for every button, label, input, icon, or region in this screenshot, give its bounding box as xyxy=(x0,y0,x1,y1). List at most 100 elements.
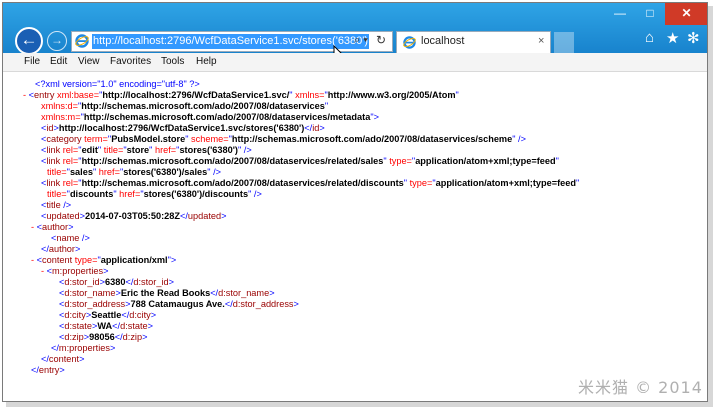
xml-token: content xyxy=(48,354,80,364)
xml-token: </ xyxy=(112,321,121,331)
back-button[interactable]: ← xyxy=(15,27,43,55)
xml-token: id xyxy=(46,123,54,133)
close-window-button[interactable]: ✕ xyxy=(665,3,707,25)
xml-line: <category term="PubsModel.store" scheme=… xyxy=(41,134,526,145)
xml-line: <name /> xyxy=(51,233,90,244)
xml-line: xmlns:d= "http://schemas.microsoft.com/ad… xyxy=(41,101,328,112)
xml-token: http://schemas.microsoft.com/ado/2007/08… xyxy=(81,101,325,111)
xml-token: m:properties xyxy=(52,266,104,276)
forward-button[interactable]: → xyxy=(47,31,67,51)
xml-token: xmlns= xyxy=(295,90,325,100)
xml-line: <d:zip>98056</d:zip> xyxy=(59,332,147,343)
xml-token: /> xyxy=(79,233,90,243)
minimize-button[interactable]: — xyxy=(605,3,635,25)
gear-icon[interactable]: ✻ xyxy=(687,29,700,47)
xml-line: <d:stor_address>788 Catamaugus Ave.</d:s… xyxy=(59,299,299,310)
xml-token: 6380 xyxy=(105,277,126,287)
favorites-star-icon[interactable]: ★ xyxy=(666,29,679,47)
xml-line: </m:properties> xyxy=(51,343,115,354)
xml-token: " xyxy=(555,156,559,166)
xml-token: sales xyxy=(69,167,93,177)
xml-token: "> xyxy=(167,255,177,265)
menu-help[interactable]: Help xyxy=(196,56,217,67)
xml-token: </ xyxy=(41,354,49,364)
xml-token: entry xyxy=(34,90,57,100)
xml-token: d:stor_id xyxy=(64,277,100,287)
xml-token: content xyxy=(42,255,75,265)
xml-token: href= xyxy=(98,167,120,177)
menu-tools[interactable]: Tools xyxy=(161,56,184,67)
xml-token: term= xyxy=(84,134,108,144)
xml-token: entry xyxy=(38,365,60,375)
xml-line: <link rel="http://schemas.microsoft.com/… xyxy=(41,178,579,189)
menu-favorites[interactable]: Favorites xyxy=(110,56,151,67)
xml-token: " /> xyxy=(248,189,262,199)
xml-line: <title /> xyxy=(41,200,71,211)
xml-token: href= xyxy=(119,189,141,199)
close-tab-icon[interactable]: × xyxy=(538,35,544,47)
tab-localhost[interactable]: localhost × xyxy=(396,31,551,53)
xml-token: > xyxy=(221,211,227,221)
url-text[interactable]: http://localhost:2796/WcfDataService1.sv… xyxy=(92,34,370,49)
xml-token: application/atom+xml;type=feed xyxy=(435,178,576,188)
maximize-button[interactable]: □ xyxy=(635,3,665,25)
menu-bar: File Edit View Favorites Tools Help xyxy=(3,53,707,72)
xml-token: xmlns:d= xyxy=(41,101,79,111)
xml-token: > xyxy=(74,244,81,254)
menu-file[interactable]: File xyxy=(24,56,40,67)
xml-line: title="discounts" href="stores('6380')/d… xyxy=(47,189,262,200)
xml-token: category xyxy=(46,134,85,144)
xml-token: </ xyxy=(41,244,49,254)
ie-logo-icon xyxy=(75,34,89,48)
xml-token: d:stor_address xyxy=(232,299,294,309)
xml-token: /> xyxy=(60,200,72,210)
xml-token: d:city xyxy=(129,310,151,320)
xml-token: rel= xyxy=(62,145,79,155)
xml-token: name xyxy=(56,233,80,243)
xml-token: stores('6380') xyxy=(179,145,238,155)
xml-token: http://schemas.microsoft.com/ado/2007/08… xyxy=(231,134,513,144)
title-bar: ← → http://localhost:2796/WcfDataService… xyxy=(3,3,707,63)
xml-token: WA xyxy=(97,321,113,331)
xml-token: " xyxy=(324,101,329,111)
xml-line: </content> xyxy=(41,354,84,365)
xml-token: > xyxy=(142,332,148,342)
xml-line: - <author> xyxy=(31,222,73,233)
xml-line: </entry> xyxy=(31,365,65,376)
menu-view[interactable]: View xyxy=(78,56,100,67)
refresh-icon[interactable]: ↻ xyxy=(376,33,386,47)
xml-token: title= xyxy=(47,189,67,199)
xml-token: </ xyxy=(31,365,39,375)
xml-token: http://localhost:2796/WcfDataService1.sv… xyxy=(102,90,290,100)
xml-token: d:state xyxy=(120,321,148,331)
xml-line: <id>http://localhost:2796/WcfDataService… xyxy=(41,123,325,134)
xml-token: http://schemas.microsoft.com/ado/2007/08… xyxy=(81,156,384,166)
xml-token: " /> xyxy=(237,145,252,155)
xml-line: <?xml version="1.0" encoding="utf-8" ?> xyxy=(35,79,200,90)
xml-token: Eric the Read Books xyxy=(120,288,211,298)
xml-token: > xyxy=(168,277,174,287)
menu-edit[interactable]: Edit xyxy=(50,56,67,67)
xml-token: updated xyxy=(187,211,222,221)
search-icon[interactable]: ⌕ ▾ xyxy=(354,34,368,47)
xml-line: - <content type="application/xml"> xyxy=(31,255,176,266)
ie-logo-icon xyxy=(403,36,416,49)
xml-token: > xyxy=(150,310,157,320)
xml-token: 98056 xyxy=(89,332,115,342)
xml-token: " xyxy=(576,178,580,188)
xml-token: xml:base= xyxy=(56,90,100,100)
xml-token: application/xml xyxy=(100,255,168,265)
home-icon[interactable]: ⌂ xyxy=(645,29,654,46)
xml-document-view: <?xml version="1.0" encoding="utf-8" ?> -… xyxy=(3,72,707,401)
xml-token: link xyxy=(46,145,63,155)
forward-arrow-icon: → xyxy=(51,33,63,47)
new-tab-button[interactable] xyxy=(554,32,574,53)
xml-token: 788 Catamaugus Ave. xyxy=(130,299,225,309)
xml-token: rel= xyxy=(62,156,79,166)
xml-token: > xyxy=(79,354,85,364)
xml-line: <d:stor_name>Eric the Read Books</d:stor… xyxy=(59,288,275,299)
xml-token: 2014-07-03T05:50:28Z xyxy=(84,211,180,221)
xml-token: > xyxy=(269,288,275,298)
xml-token: > xyxy=(293,299,299,309)
xml-token: </ xyxy=(224,299,233,309)
